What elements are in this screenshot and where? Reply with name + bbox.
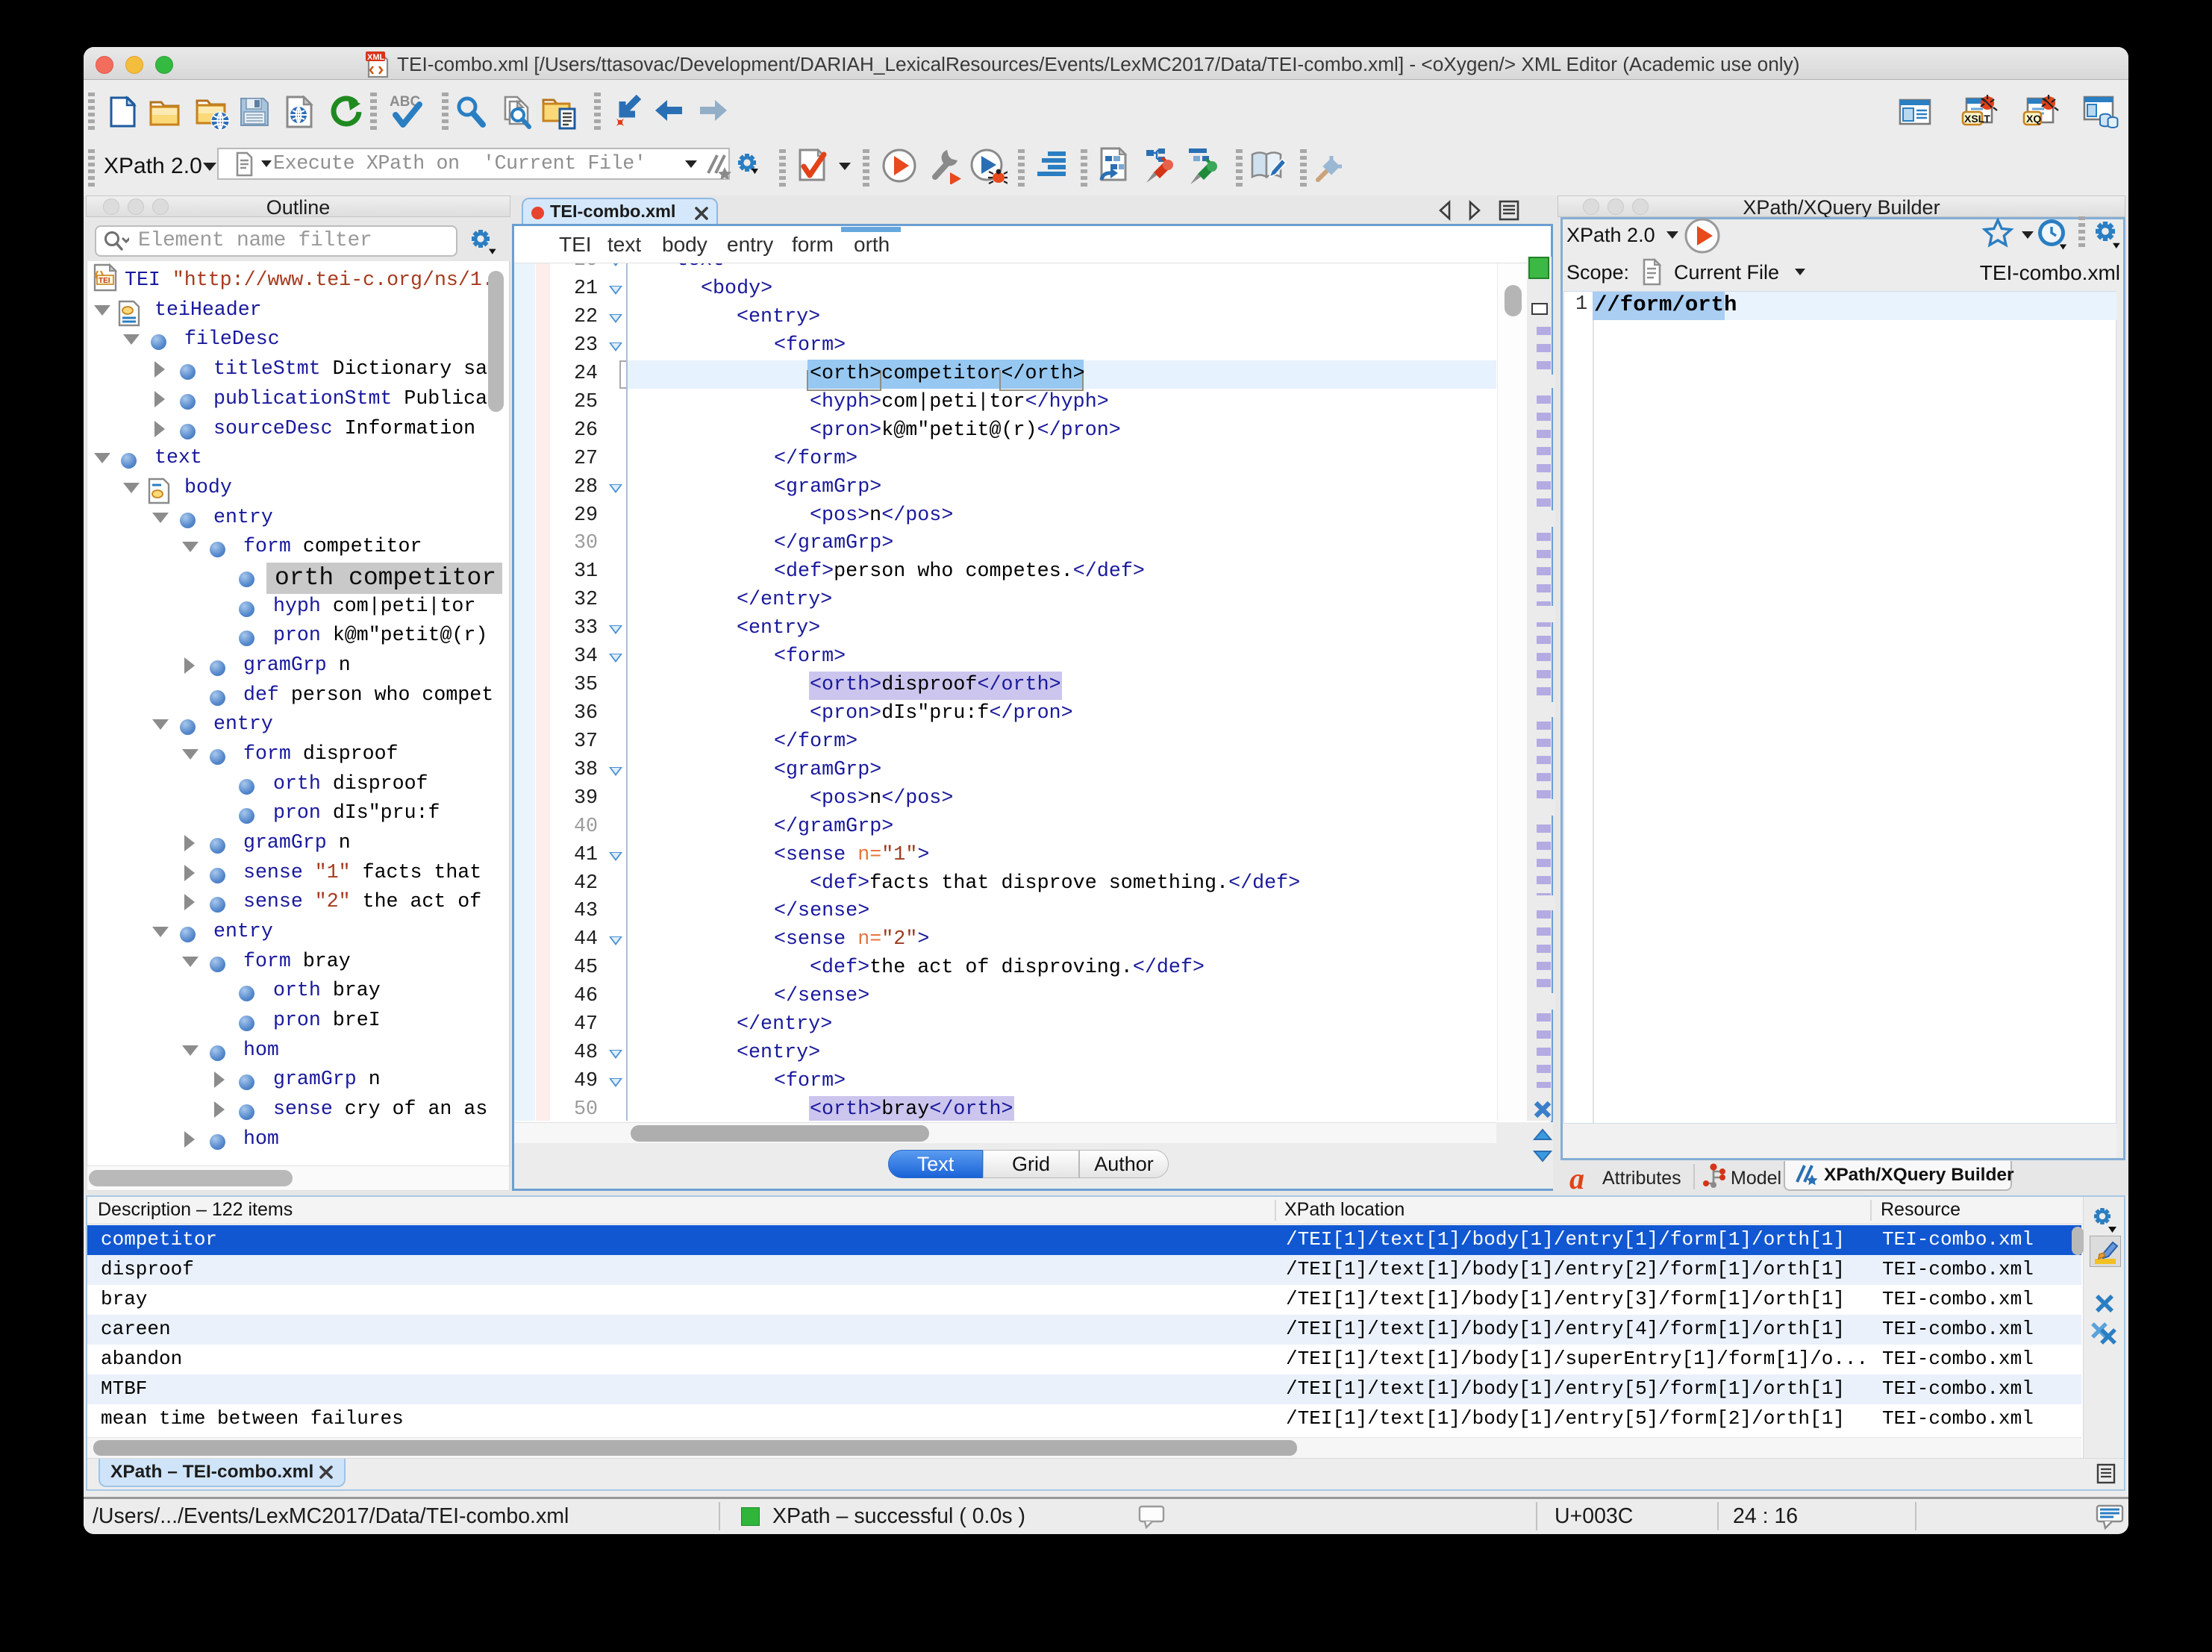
svg-text:XSLT: XSLT <box>1964 113 1990 125</box>
svg-text:TEI: TEI <box>99 277 110 285</box>
svg-text:XML: XML <box>367 53 385 62</box>
svg-text:XQ: XQ <box>2026 113 2041 125</box>
